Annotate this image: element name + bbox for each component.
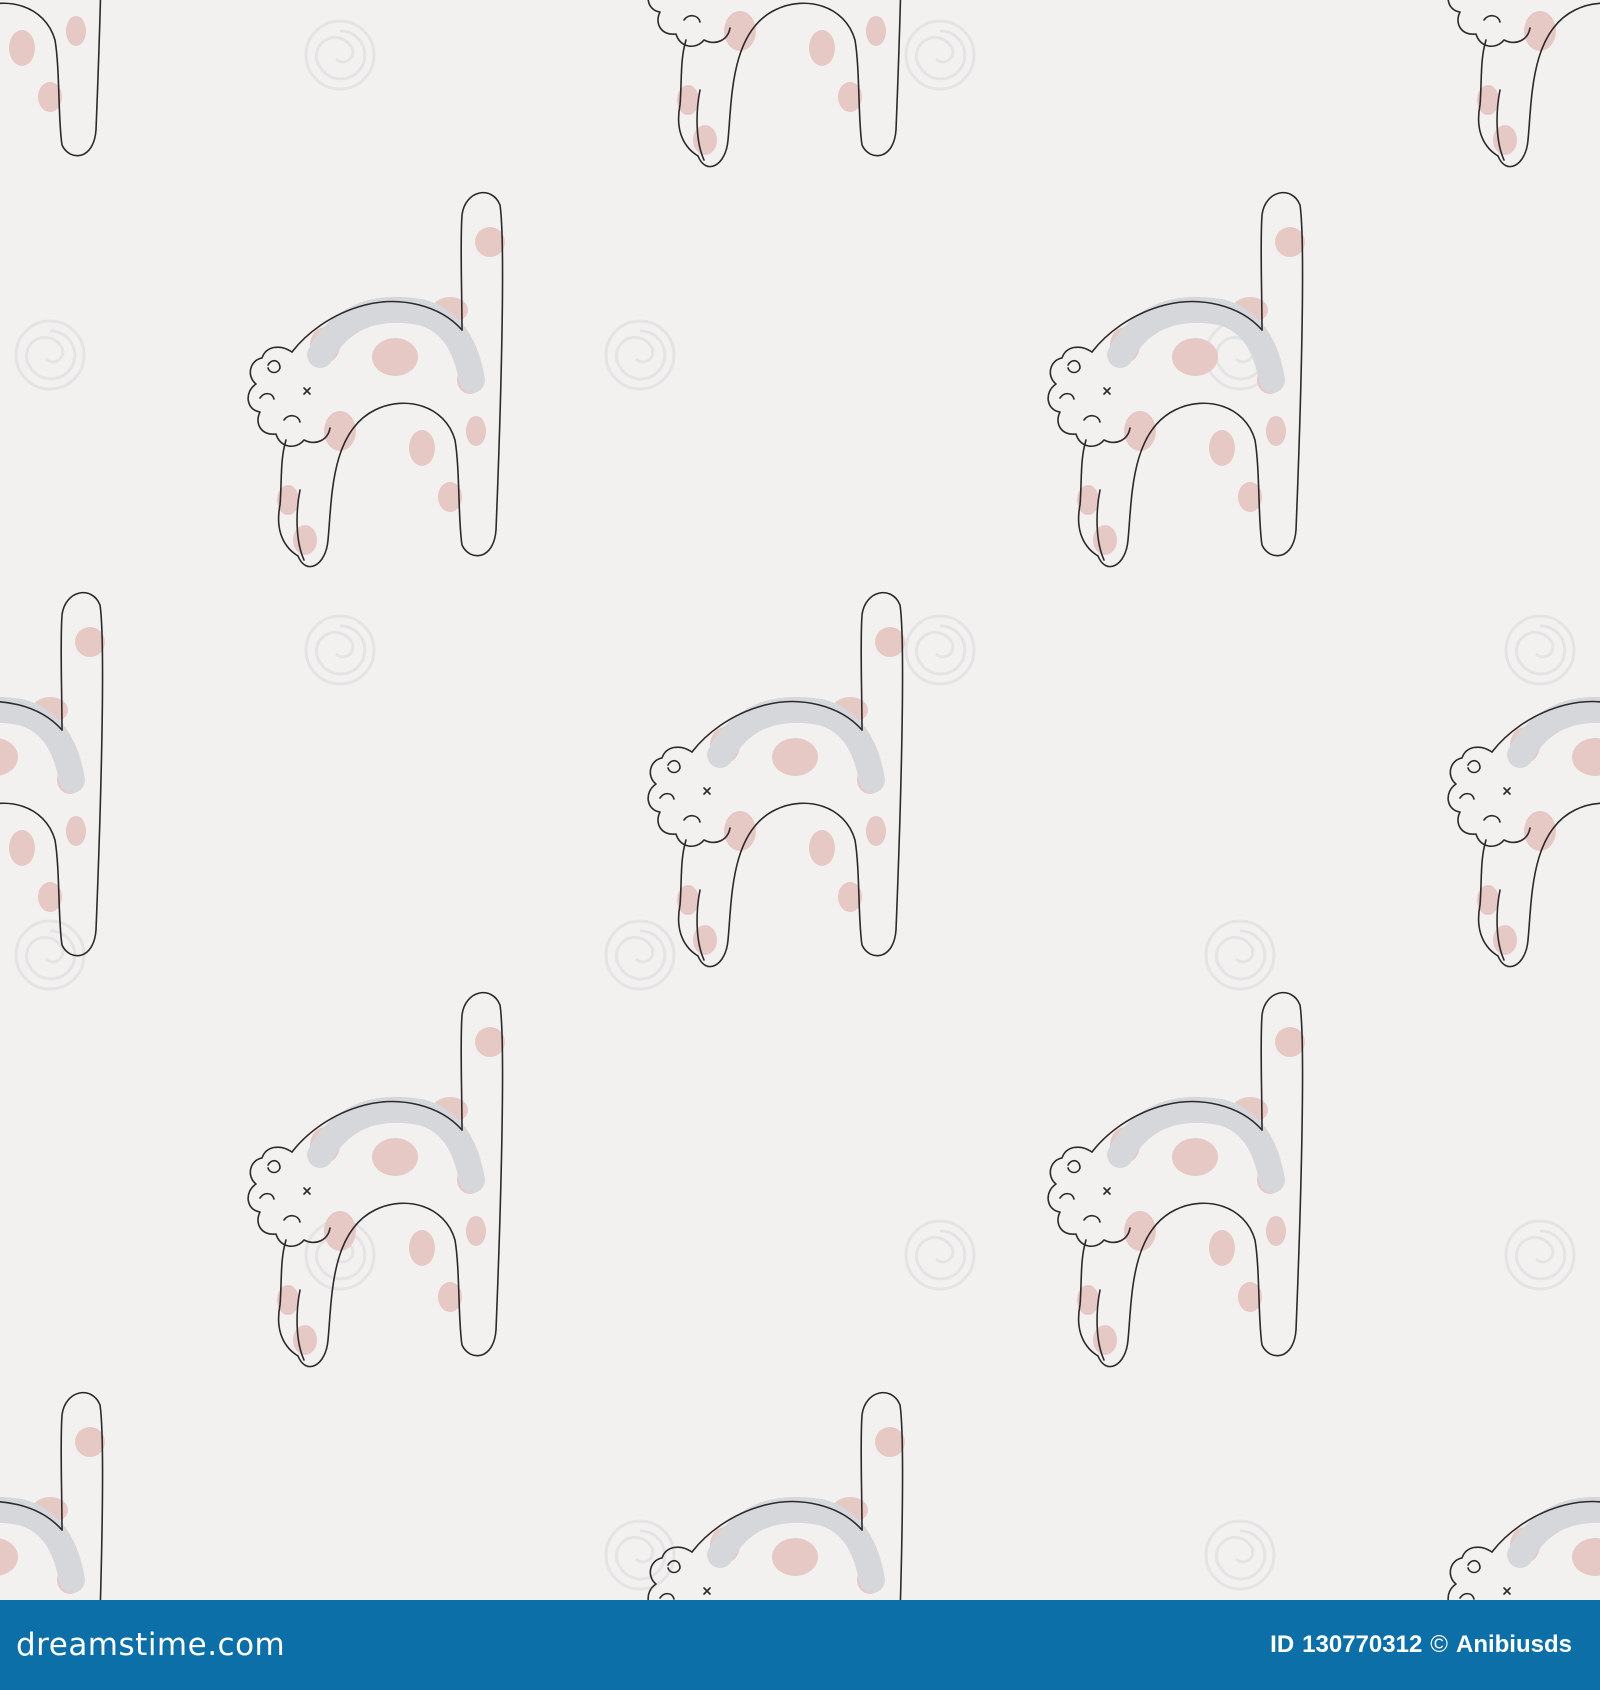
cat-motifs bbox=[0, 0, 1600, 1600]
watermark-layer bbox=[14, 19, 1576, 1591]
footer-bar: dreamstime.com ID 130770312 © Anibiusds bbox=[0, 1600, 1600, 1690]
author-name: Anibiusds bbox=[1455, 1631, 1572, 1658]
brand-text: dreamstime.com bbox=[16, 1627, 286, 1663]
copyright-icon: © bbox=[1430, 1631, 1448, 1658]
stock-image-preview: dreamstime.com ID 130770312 © Anibiusds bbox=[0, 0, 1600, 1690]
id-value: 130770312 bbox=[1302, 1631, 1423, 1658]
brand-logo: dreamstime.com bbox=[16, 1627, 285, 1663]
cat-pattern bbox=[0, 0, 1600, 1600]
image-credit: ID 130770312 © Anibiusds bbox=[1270, 1631, 1572, 1659]
id-label: ID bbox=[1270, 1631, 1295, 1658]
